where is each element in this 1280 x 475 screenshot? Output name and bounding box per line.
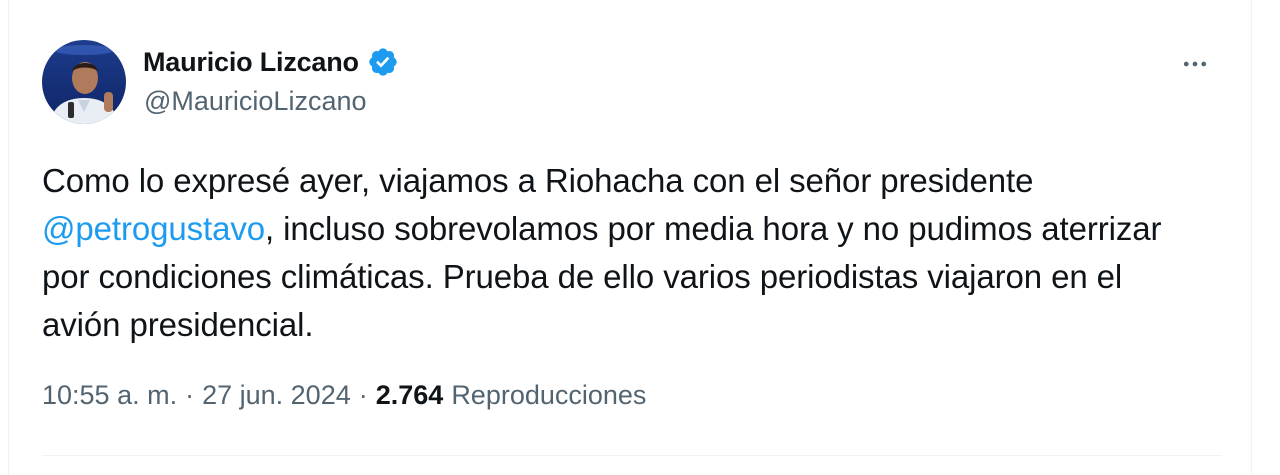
more-horizontal-icon xyxy=(1183,61,1207,67)
views-count: 2.764 xyxy=(375,380,444,410)
author-handle[interactable]: @MauricioLizcano xyxy=(144,86,367,117)
author-display-name[interactable]: Mauricio Lizcano xyxy=(143,47,359,78)
author-name-row: Mauricio Lizcano xyxy=(143,44,399,80)
tweet-text: Como lo expresé ayer, viajamos a Riohach… xyxy=(42,157,1202,349)
more-options-button[interactable] xyxy=(1175,44,1215,84)
avatar[interactable] xyxy=(42,40,126,124)
tweet-text-part1: Como lo expresé ayer, viajamos a Riohach… xyxy=(42,162,1034,199)
meta-separator: · xyxy=(185,380,195,410)
divider xyxy=(42,455,1222,456)
mention-link[interactable]: @petrogustavo xyxy=(42,210,265,247)
tweet-meta: 10:55 a. m. · 27 jun. 2024 · 2.764 Repro… xyxy=(42,380,646,411)
tweet-card: Mauricio Lizcano @MauricioLizcano Como l… xyxy=(8,0,1252,475)
verified-badge-icon xyxy=(367,46,399,78)
profile-photo xyxy=(42,40,126,124)
tweet-date[interactable]: 27 jun. 2024 xyxy=(202,380,351,411)
tweet-time[interactable]: 10:55 a. m. xyxy=(42,380,177,411)
views-label: Reproducciones xyxy=(451,380,647,410)
meta-separator: · xyxy=(358,380,368,410)
